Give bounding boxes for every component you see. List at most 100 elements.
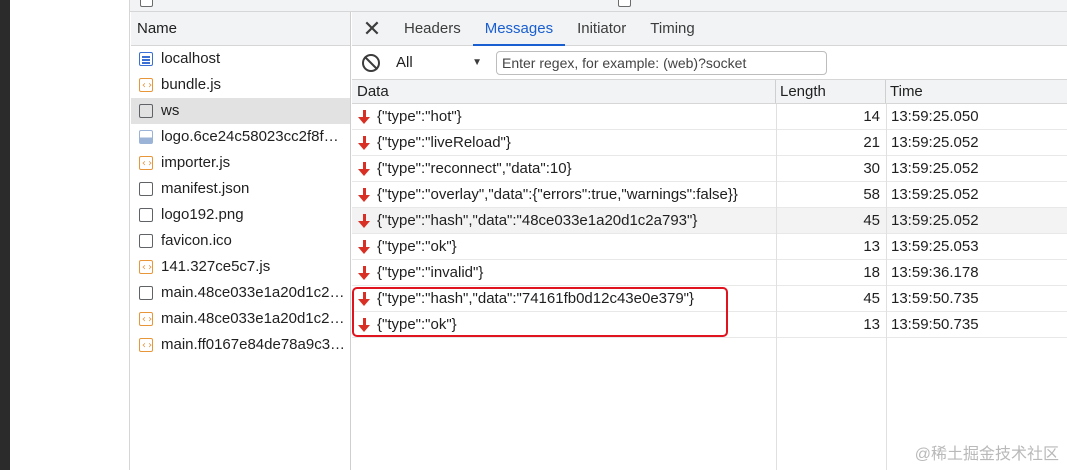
messages-grid: {"type":"hot"} 14 13:59:25.050 {"type":"liv…: [352, 104, 1067, 470]
message-data-cell: {"type":"ok"}: [352, 234, 776, 259]
message-rows: {"type":"hot"} 14 13:59:25.050 {"type":"liv…: [352, 104, 1067, 338]
message-length-cell: 13: [863, 238, 880, 255]
message-data-text: {"type":"ok"}: [377, 238, 457, 255]
request-item[interactable]: manifest.json: [131, 176, 350, 202]
request-item-label: main.ff0167e84de78a9c3…: [161, 336, 346, 353]
request-item[interactable]: main.48ce033e1a20d1c2…: [131, 280, 350, 306]
message-data-cell: {"type":"reconnect","data":10}: [352, 156, 776, 181]
request-item[interactable]: 141.327ce5c7.js: [131, 254, 350, 280]
dark-strip: [0, 0, 10, 470]
left-gutter: [0, 0, 130, 470]
column-divider: [886, 104, 887, 470]
request-item[interactable]: main.48ce033e1a20d1c2…: [131, 306, 350, 332]
message-length-cell: 14: [863, 108, 880, 125]
request-item-label: localhost: [161, 50, 221, 67]
received-arrow-icon: [358, 317, 370, 333]
request-item[interactable]: bundle.js: [131, 72, 350, 98]
top-toolbar-partial: [130, 0, 1067, 12]
message-time-cell: 13:59:50.735: [891, 290, 979, 307]
file-icon: [139, 208, 153, 222]
message-time-cell: 13:59:25.052: [891, 160, 979, 177]
tab-label: Initiator: [577, 20, 627, 37]
request-item[interactable]: ws: [131, 98, 350, 124]
file-icon: [139, 182, 153, 196]
request-item-label: favicon.ico: [161, 232, 232, 249]
data-column-header[interactable]: Data: [352, 80, 776, 103]
message-data-cell: {"type":"hash","data":"74161fb0d12c43e0e…: [352, 286, 776, 311]
message-row[interactable]: {"type":"ok"} 13 13:59:25.053: [352, 234, 1067, 260]
message-data-text: {"type":"reconnect","data":10}: [377, 160, 572, 177]
message-data-text: {"type":"hash","data":"48ce033e1a20d1c2a…: [377, 212, 698, 229]
message-length-cell: 30: [863, 160, 880, 177]
message-time-cell: 13:59:25.053: [891, 238, 979, 255]
request-item-label: ws: [161, 102, 180, 119]
time-column-header[interactable]: Time: [886, 80, 1067, 103]
message-row[interactable]: {"type":"liveReload"} 21 13:59:25.052: [352, 130, 1067, 156]
screenshots-checkbox[interactable]: [618, 0, 631, 7]
received-arrow-icon: [358, 109, 370, 125]
message-row[interactable]: {"type":"hash","data":"48ce033e1a20d1c2a…: [352, 208, 1067, 234]
tab-label: Messages: [484, 20, 554, 37]
message-type-select[interactable]: All ▼: [396, 54, 486, 71]
tab-label: Headers: [404, 20, 461, 37]
message-row[interactable]: {"type":"reconnect","data":10} 30 13:59:25…: [352, 156, 1067, 182]
tab-timing[interactable]: Timing: [638, 12, 706, 45]
file-icon: [139, 286, 153, 300]
request-item[interactable]: logo.6ce24c58023cc2f8f…: [131, 124, 350, 150]
tab-initiator[interactable]: Initiator: [565, 12, 638, 45]
script-icon: [139, 255, 153, 280]
messages-grid-header: Data Length Time: [352, 80, 1067, 104]
request-item[interactable]: importer.js: [131, 150, 350, 176]
close-icon[interactable]: ✕: [352, 12, 392, 45]
message-length-cell: 45: [863, 212, 880, 229]
message-row[interactable]: {"type":"overlay","data":{"errors":true,…: [352, 182, 1067, 208]
document-icon: [139, 52, 153, 66]
message-data-text: {"type":"hash","data":"74161fb0d12c43e0e…: [377, 290, 695, 307]
script-icon: [139, 333, 153, 358]
request-item[interactable]: logo192.png: [131, 202, 350, 228]
name-column-header[interactable]: Name: [131, 12, 350, 46]
websocket-icon: [139, 104, 153, 118]
message-row[interactable]: {"type":"invalid"} 18 13:59:36.178: [352, 260, 1067, 286]
message-length-cell: 18: [863, 264, 880, 281]
message-length-cell: 13: [863, 316, 880, 333]
received-arrow-icon: [358, 161, 370, 177]
received-arrow-icon: [358, 135, 370, 151]
request-detail-panel: ✕ Headers Messages Initiator Timing All …: [352, 12, 1067, 470]
message-time-cell: 13:59:36.178: [891, 264, 979, 281]
message-data-cell: {"type":"hash","data":"48ce033e1a20d1c2a…: [352, 208, 776, 233]
message-row[interactable]: {"type":"hash","data":"74161fb0d12c43e0e…: [352, 286, 1067, 312]
select-value: All: [396, 54, 413, 71]
script-icon: [139, 73, 153, 98]
received-arrow-icon: [358, 291, 370, 307]
message-row[interactable]: {"type":"ok"} 13 13:59:50.735: [352, 312, 1067, 338]
received-arrow-icon: [358, 265, 370, 281]
triangle-down-icon: ▼: [472, 57, 482, 68]
length-column-header[interactable]: Length: [776, 80, 886, 103]
file-icon: [139, 234, 153, 248]
tab-label: Timing: [650, 20, 695, 37]
request-item[interactable]: main.ff0167e84de78a9c3…: [131, 332, 350, 358]
request-list: localhost bundle.js ws logo.6ce24c58023cc2f…: [131, 46, 350, 358]
message-row[interactable]: {"type":"hot"} 14 13:59:25.050: [352, 104, 1067, 130]
received-arrow-icon: [358, 187, 370, 203]
tab-headers[interactable]: Headers: [392, 12, 473, 45]
request-item[interactable]: localhost: [131, 46, 350, 72]
regex-filter-input[interactable]: [496, 50, 827, 75]
column-divider: [776, 104, 777, 470]
request-item-label: manifest.json: [161, 180, 250, 197]
overview-checkbox[interactable]: [140, 0, 153, 7]
request-item-label: logo.6ce24c58023cc2f8f…: [161, 128, 339, 145]
message-time-cell: 13:59:25.052: [891, 212, 979, 229]
tab-messages[interactable]: Messages: [472, 12, 566, 46]
message-data-cell: {"type":"invalid"}: [352, 260, 776, 285]
message-time-cell: 13:59:25.052: [891, 134, 979, 151]
request-item[interactable]: favicon.ico: [131, 228, 350, 254]
request-item-label: logo192.png: [161, 206, 244, 223]
message-filter-bar: All ▼: [352, 46, 1067, 80]
clear-messages-icon[interactable]: [362, 53, 380, 72]
request-item-label: main.48ce033e1a20d1c2…: [161, 284, 345, 301]
message-time-cell: 13:59:50.735: [891, 316, 979, 333]
message-length-cell: 45: [863, 290, 880, 307]
watermark: @稀土掘金技术社区: [914, 446, 1059, 463]
